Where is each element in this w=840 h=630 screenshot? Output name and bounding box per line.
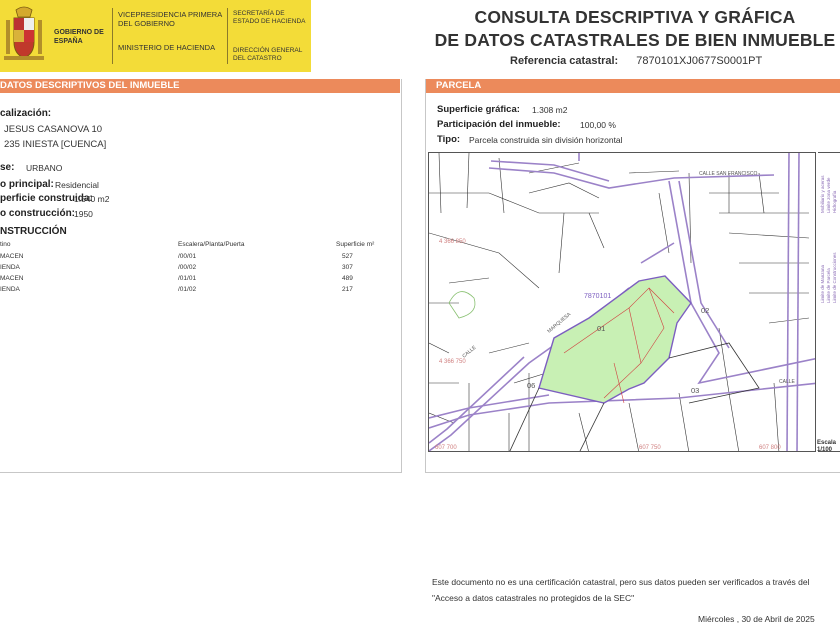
- map-legend: Limite de Manzana Limite de Parcela Limi…: [818, 152, 840, 452]
- superficie-grafica-label: Superficie gráfica:: [437, 104, 520, 115]
- construccion-label: NSTRUCCIÓN: [0, 226, 67, 237]
- table-cell: /01/01: [178, 275, 197, 282]
- clase-label: se:: [0, 162, 15, 173]
- ref-value: 7870101XJ0677S0001PT: [636, 55, 763, 67]
- divider: [425, 472, 840, 473]
- anio-value: 1950: [74, 209, 93, 219]
- subject-parcel: [538, 275, 692, 404]
- map-coordinate-label: 4 366 850: [439, 239, 466, 245]
- superficie-grafica-value: 1.308 m2: [532, 105, 568, 115]
- divider: [425, 79, 426, 473]
- anio-label: o construcción:: [0, 208, 76, 219]
- table-cell: /00/01: [178, 253, 197, 260]
- map-parcel-id: 7870101: [584, 293, 611, 300]
- scale-label: Escala: [817, 440, 837, 446]
- legend-item: Limite de Parcela: [826, 268, 831, 303]
- tipo-label: Tipo:: [437, 134, 461, 145]
- table-cell: 217: [342, 286, 353, 293]
- map-parcel-label: 06: [527, 381, 535, 390]
- divider: [112, 8, 113, 64]
- table-header-escalera: Escalera/Planta/Puerta: [178, 241, 245, 248]
- table-header-destino: tino: [0, 241, 11, 248]
- ref-label: Referencia catastral:: [510, 55, 619, 67]
- table-cell: IENDA: [0, 264, 20, 271]
- legend-item: Limite zona verde: [826, 177, 831, 213]
- legend-item: Limite de Construcciones: [832, 252, 837, 303]
- uso-value: Residencial: [55, 180, 99, 190]
- cadastral-map: 01 02 03 06 7870101 CALLE SAN FRANCISCO …: [428, 152, 816, 452]
- document-date: Miércoles , 30 de Abril de 2025: [698, 614, 815, 624]
- map-parcel-label: 01: [597, 324, 605, 333]
- map-svg: 01 02 03 06 7870101 CALLE SAN FRANCISCO …: [429, 153, 815, 451]
- table-cell: 527: [342, 253, 353, 260]
- legend-item: Limite de Manzana: [820, 264, 825, 303]
- table-cell: IENDA: [0, 286, 20, 293]
- table-cell: 307: [342, 264, 353, 271]
- map-scale: Escala 1/100: [817, 440, 836, 454]
- participacion-label: Participación del inmueble:: [437, 119, 561, 130]
- divider: [401, 79, 402, 473]
- address-line-2: 235 INIESTA [CUENCA]: [4, 139, 107, 150]
- map-street-label: CALLE: [779, 379, 796, 385]
- map-street-label: CALLE SAN FRANCISCO: [699, 171, 757, 177]
- map-parcel-label: 02: [701, 306, 709, 315]
- legend-item: Mobiliario y aceras: [820, 175, 825, 213]
- document-title: CONSULTA DESCRIPTIVA Y GRÁFICA DE DATOS …: [430, 6, 840, 52]
- map-street-label: CALLE: [461, 344, 478, 359]
- localizacion-label: calización:: [0, 108, 52, 119]
- divider: [227, 8, 228, 64]
- legend-item: Hidrografía: [832, 190, 837, 213]
- table-cell: 489: [342, 275, 353, 282]
- gobierno-espana-label: GOBIERNO DE ESPAÑA: [54, 29, 104, 45]
- map-coordinate-label: 607 750: [639, 445, 661, 451]
- participacion-value: 100,00 %: [580, 120, 616, 130]
- government-header: GOBIERNO DE ESPAÑA VICEPRESIDENCIA PRIME…: [0, 0, 311, 72]
- map-coordinate-label: 4 366 750: [439, 359, 466, 365]
- title-line-1: CONSULTA DESCRIPTIVA Y GRÁFICA: [474, 7, 796, 27]
- map-parcel-label: 03: [691, 386, 699, 395]
- section-bar-parcela: PARCELA: [426, 79, 840, 93]
- divider: [0, 472, 402, 473]
- table-header-superficie: Superficie m²: [336, 241, 375, 248]
- title-line-2: DE DATOS CATASTRALES DE BIEN INMUEBLE: [434, 30, 836, 50]
- vicepresidencia-label: VICEPRESIDENCIA PRIMERA DEL GOBIERNO: [118, 10, 222, 28]
- coat-of-arms-icon: [4, 6, 44, 60]
- superficie-value: 1.540 m2: [74, 194, 110, 204]
- address-line-1: JESUS CASANOVA 10: [4, 124, 103, 135]
- map-coordinate-label: 607 800: [759, 445, 781, 451]
- clase-value: URBANO: [26, 163, 63, 173]
- table-cell: /00/02: [178, 264, 197, 271]
- secretaria-label: SECRETARÍA DE ESTADO DE HACIENDA: [233, 10, 306, 25]
- direccion-label: DIRECCIÓN GENERAL DEL CATASTRO: [233, 47, 303, 62]
- map-coordinate-label: 607 700: [435, 445, 457, 451]
- table-cell: /01/02: [178, 286, 197, 293]
- uso-label: o principal:: [0, 179, 54, 190]
- scale-value: 1/100: [817, 447, 833, 453]
- disclaimer-text: Este documento no es una certificación c…: [432, 577, 810, 603]
- tipo-value: Parcela construida sin división horizont…: [469, 135, 623, 145]
- table-cell: MACEN: [0, 253, 24, 260]
- ministerio-label: MINISTERIO DE HACIENDA: [118, 43, 216, 52]
- cadastral-reference: Referencia catastral: 7870101XJ0677S0001P…: [510, 55, 762, 67]
- table-cell: MACEN: [0, 275, 24, 282]
- section-bar-descriptivos: DATOS DESCRIPTIVOS DEL INMUEBLE: [0, 79, 400, 93]
